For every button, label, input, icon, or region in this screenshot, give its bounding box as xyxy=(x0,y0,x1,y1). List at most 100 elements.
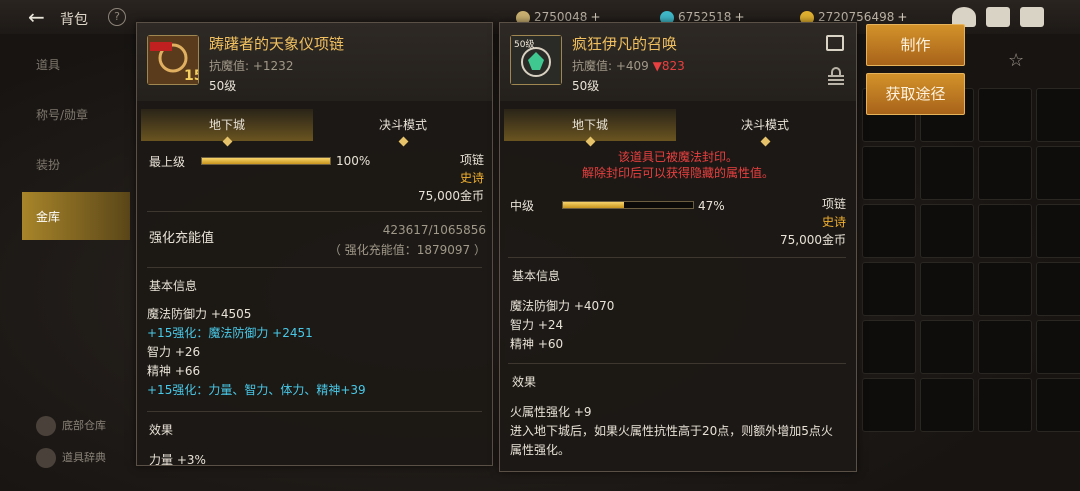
sidebar-item-titles[interactable]: 称号/勋章 xyxy=(22,90,130,138)
inventory-slot[interactable] xyxy=(1036,320,1080,374)
inventory-slot[interactable] xyxy=(978,320,1032,374)
basic-stats: 魔法防御力 +4070 智力 +24 精神 +60 xyxy=(510,297,614,354)
effect-title: 效果 xyxy=(149,423,174,437)
sidebar-item-items[interactable]: 道具 xyxy=(22,40,130,88)
back-arrow-icon[interactable]: ← xyxy=(28,6,52,28)
inventory-slot[interactable] xyxy=(920,378,974,432)
sidebar: 道具 称号/勋章 装扮 金库 底部仓库 道具辞典 xyxy=(0,34,130,491)
item-rarity: 史诗 xyxy=(459,171,484,185)
tab-dungeon[interactable]: 地下城 xyxy=(504,109,676,147)
sidebar-item-vault[interactable]: 金库 xyxy=(22,192,130,240)
inventory-slot[interactable] xyxy=(862,262,916,316)
sidebar-item-costume[interactable]: 装扮 xyxy=(22,140,130,188)
inventory-slot[interactable] xyxy=(920,320,974,374)
stat-line: 魔法防御力 +4070 xyxy=(510,299,615,313)
item-type: 项链 xyxy=(821,197,846,211)
stat-line: 智力 +24 xyxy=(510,318,564,332)
grade-bar-fill xyxy=(202,158,330,164)
chat-icon[interactable] xyxy=(1020,7,1044,27)
basic-stats: 魔法防御力 +4505 +15强化：魔法防御力 +2451 智力 +26 精神 … xyxy=(147,305,366,400)
lock-icon[interactable] xyxy=(828,67,844,85)
tooltip-header: 15 踌躇者的天象仪项链 抗魔值: +1232 50级 xyxy=(137,23,492,101)
item-name: 踌躇者的天象仪项链 xyxy=(209,35,345,53)
item-name: 疯狂伊凡的召唤 xyxy=(572,35,678,53)
sidebar-bottom-storage[interactable]: 底部仓库 xyxy=(36,416,106,436)
obtain-source-button[interactable]: 获取途径 xyxy=(866,73,965,115)
grade-bar-fill xyxy=(563,202,625,208)
tab-dungeon[interactable]: 地下城 xyxy=(141,109,313,147)
inventory-slot[interactable] xyxy=(1036,262,1080,316)
stat-line: 魔法防御力 +4505 xyxy=(147,307,252,321)
mode-tabs: 地下城 决斗模式 xyxy=(141,109,492,147)
inventory-slot[interactable] xyxy=(1036,378,1080,432)
inventory-slot[interactable] xyxy=(862,146,916,200)
divider xyxy=(147,411,482,412)
inventory-slot[interactable] xyxy=(862,378,916,432)
inventory-slot[interactable] xyxy=(920,262,974,316)
stat-line-enhance: +15强化：力量、智力、体力、精神+39 xyxy=(147,383,366,397)
storage-icon xyxy=(36,416,56,436)
page-title: 背包 xyxy=(60,12,88,28)
tab-pvp[interactable]: 决斗模式 xyxy=(313,109,492,147)
effect-line: 火属性强化 +9 xyxy=(510,405,592,419)
inventory-slot[interactable] xyxy=(978,204,1032,258)
inventory-slot[interactable] xyxy=(920,204,974,258)
grade-bar xyxy=(201,157,331,165)
item-type-info: 项链 史诗 75,000金币 xyxy=(780,195,846,249)
icon-level-label: 50级 xyxy=(514,38,534,50)
effect-line: 属性强化。 xyxy=(510,443,571,457)
share-icon[interactable] xyxy=(826,35,844,51)
inventory-slot[interactable] xyxy=(978,378,1032,432)
resist-diff: ▼823 xyxy=(652,59,685,73)
grade-label: 中级 xyxy=(510,199,535,213)
star-icon[interactable]: ☆ xyxy=(1008,50,1024,71)
dictionary-icon xyxy=(36,448,56,468)
item-type: 项链 xyxy=(459,153,484,167)
inventory-slot[interactable] xyxy=(978,146,1032,200)
stat-line: 智力 +26 xyxy=(147,345,201,359)
inventory-slot[interactable] xyxy=(862,320,916,374)
inventory-slot[interactable] xyxy=(862,204,916,258)
tab-pvp[interactable]: 决斗模式 xyxy=(676,109,854,147)
gem-item-icon: 50级 xyxy=(510,35,562,85)
enhance-badge: 15 xyxy=(184,68,198,84)
stat-line: 精神 +66 xyxy=(147,364,201,378)
tab-diamond-icon xyxy=(585,136,596,147)
tab-diamond-icon xyxy=(398,136,409,147)
tab-diamond-icon xyxy=(222,136,233,147)
stat-line: 精神 +60 xyxy=(510,337,564,351)
help-icon[interactable]: ? xyxy=(108,8,126,26)
inventory-slot[interactable] xyxy=(1036,146,1080,200)
inventory-slot[interactable] xyxy=(1036,204,1080,258)
effect-line: 进入地下城后，如果火属性抗性高于20点，则额外增加5点火 xyxy=(510,424,833,438)
inventory-slot[interactable] xyxy=(978,262,1032,316)
divider xyxy=(508,363,846,364)
effect-line: 力量 +3% xyxy=(149,453,206,466)
item-rarity: 史诗 xyxy=(821,215,846,229)
mode-tabs: 地下城 决斗模式 xyxy=(504,109,856,147)
item-type-info: 项链 史诗 75,000金币 xyxy=(418,151,484,205)
sealed-notice: 该道具已被魔法封印。 解除封印后可以获得隐藏的属性值。 xyxy=(581,150,774,180)
basic-info-title: 基本信息 xyxy=(512,269,561,283)
charge-label: 强化充能值 xyxy=(149,231,215,246)
item-tooltip-compare: 50级 疯狂伊凡的召唤 抗魔值: +409 ▼823 50级 地下城 决斗模式 … xyxy=(499,22,857,472)
grade-percent: 100% xyxy=(336,154,371,168)
grade-percent: 47% xyxy=(698,199,725,213)
divider xyxy=(147,267,482,268)
craft-button[interactable]: 制作 xyxy=(866,24,965,66)
charge-sub: （ 强化充能值：1879097 ） xyxy=(328,243,486,257)
inventory-slot[interactable] xyxy=(920,146,974,200)
mail-icon[interactable] xyxy=(986,7,1010,27)
basic-info-title: 基本信息 xyxy=(149,279,198,293)
inventory-slot[interactable] xyxy=(978,88,1032,142)
item-level: 50级 xyxy=(572,79,600,93)
tab-diamond-icon xyxy=(760,136,771,147)
item-resist-value: 抗魔值: +1232 xyxy=(209,59,294,73)
tooltip-header: 50级 疯狂伊凡的召唤 抗魔值: +409 ▼823 50级 xyxy=(500,23,856,101)
item-price: 75,000金币 xyxy=(780,233,846,247)
effect-title: 效果 xyxy=(512,375,537,389)
effect-lines: 火属性强化 +9 进入地下城后，如果火属性抗性高于20点，则额外增加5点火 属性… xyxy=(510,403,833,460)
inventory-slot[interactable] xyxy=(1036,88,1080,142)
sidebar-bottom-dictionary[interactable]: 道具辞典 xyxy=(36,448,106,468)
necklace-item-icon: 15 xyxy=(147,35,203,85)
